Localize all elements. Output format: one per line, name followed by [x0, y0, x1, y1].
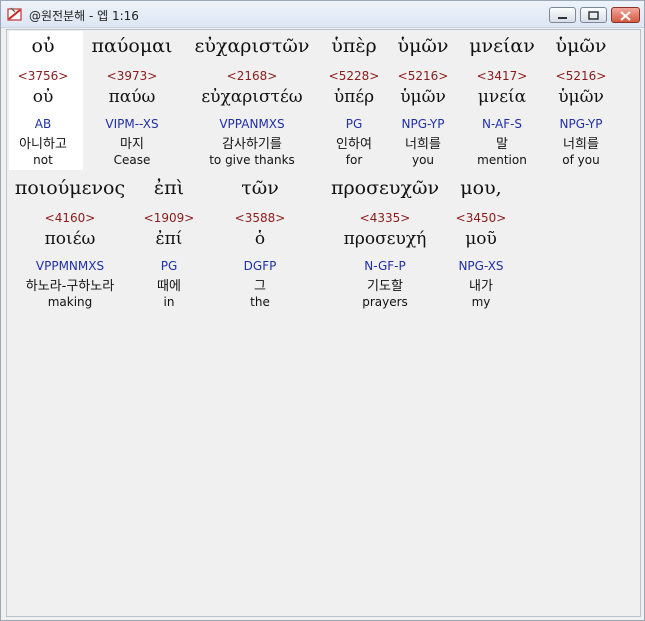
greek-word: μου,: [460, 177, 502, 199]
lemma: ὑμῶν: [558, 87, 604, 107]
strong-number[interactable]: <3588>: [200, 211, 320, 225]
strong-number[interactable]: <3450>: [421, 211, 541, 225]
maximize-icon: [588, 11, 599, 20]
title-bar[interactable]: @원전분해 - 엡 1:16: [1, 1, 644, 28]
interlinear-pane: οὐ <3756> οὐ AB 아니하고 not παύομαι <3973> …: [6, 29, 641, 617]
greek-word: παύομαι: [91, 35, 173, 57]
lemma: μοῦ: [465, 229, 497, 249]
close-icon: [620, 11, 631, 21]
lemma: ὁ: [254, 229, 266, 249]
korean-gloss: 그: [254, 279, 266, 294]
window-title: @원전분해 - 엡 1:16: [29, 9, 139, 23]
minimize-icon: [558, 17, 567, 19]
parsing-code: VIPM--XS: [105, 117, 159, 131]
korean-gloss: 마지: [120, 137, 144, 152]
korean-gloss: 너희를: [563, 137, 599, 152]
english-gloss: my: [471, 295, 491, 309]
bible-app-icon: [7, 7, 22, 21]
close-button[interactable]: [611, 7, 640, 23]
parsing-code: DGFP: [243, 259, 277, 273]
english-gloss: of you: [562, 153, 600, 167]
english-gloss: Cease: [113, 153, 151, 167]
app-window: @원전분해 - 엡 1:16 οὐ <3756> οὐ AB 아니하고 not: [0, 0, 645, 621]
minimize-button[interactable]: [549, 7, 576, 23]
korean-gloss: 내가: [469, 279, 493, 294]
greek-word: τῶν: [241, 177, 279, 199]
greek-word: ὑμῶν: [555, 35, 607, 57]
lemma: παύω: [108, 87, 156, 107]
maximize-button[interactable]: [580, 7, 607, 23]
parsing-code: NPG-YP: [559, 117, 603, 131]
strong-number[interactable]: <3973>: [72, 69, 192, 83]
strong-number[interactable]: <5216>: [521, 69, 641, 83]
english-gloss: the: [250, 295, 270, 309]
parsing-code: NPG-XS: [458, 259, 504, 273]
